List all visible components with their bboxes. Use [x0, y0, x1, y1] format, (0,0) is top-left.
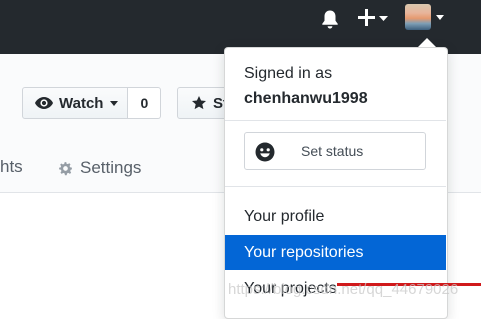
user-menu-toggle[interactable] — [405, 4, 449, 30]
avatar[interactable] — [405, 4, 431, 30]
smiley-icon — [255, 142, 275, 162]
bell-icon[interactable] — [319, 8, 341, 30]
set-status-label: Set status — [301, 143, 364, 159]
chevron-down-icon — [110, 100, 119, 106]
gear-icon — [59, 161, 72, 175]
menu-divider — [225, 186, 446, 187]
watch-group: Watch 0 — [22, 87, 162, 119]
watch-label: Watch — [59, 94, 104, 112]
watch-count[interactable]: 0 — [128, 87, 162, 119]
menu-item-your-repositories[interactable]: Your repositories — [225, 235, 446, 270]
tab-settings[interactable]: Settings — [57, 157, 141, 179]
eye-icon — [35, 97, 53, 109]
tab-insights[interactable]: hts — [0, 157, 23, 177]
create-new-dropdown[interactable] — [357, 6, 391, 30]
dropdown-caret — [418, 38, 436, 47]
chevron-down-icon — [379, 16, 388, 21]
username: chenhanwu1998 — [244, 90, 368, 107]
watch-button[interactable]: Watch — [22, 87, 129, 119]
menu-divider — [225, 120, 446, 121]
signed-in-label: Signed in as — [244, 65, 333, 82]
tab-settings-label: Settings — [80, 158, 142, 177]
menu-item-your-profile[interactable]: Your profile — [225, 199, 446, 234]
app-header — [0, 0, 481, 54]
plus-icon — [358, 9, 375, 26]
star-icon — [192, 96, 206, 110]
set-status-button[interactable]: Set status — [244, 132, 426, 170]
watermark-text: https://blog.csdn.net/qq_44679026 — [228, 281, 459, 298]
chevron-down-icon — [436, 15, 444, 20]
